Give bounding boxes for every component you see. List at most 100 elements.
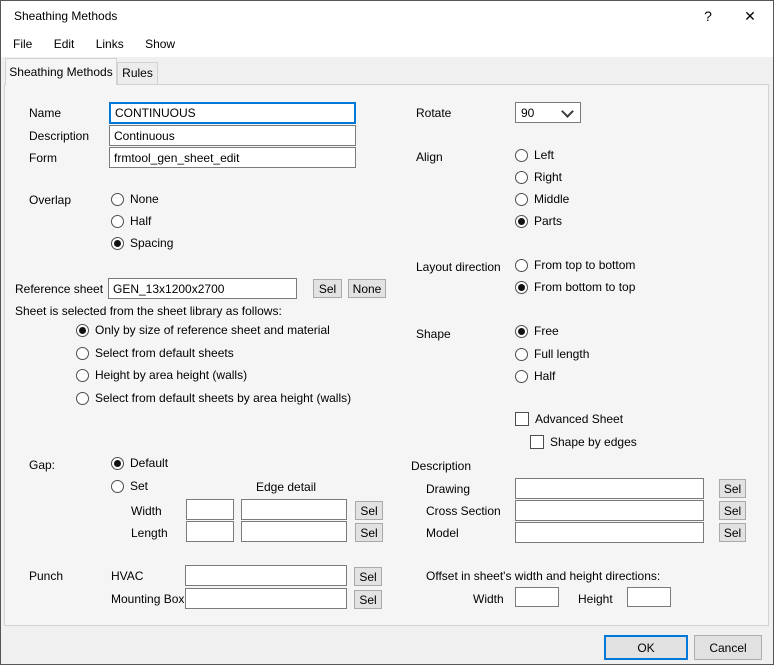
cross-section-label: Cross Section [426,504,501,519]
form-label: Form [29,151,57,166]
radio-icon [76,392,89,405]
menu-edit[interactable]: Edit [45,31,84,57]
library-option-default-sheets[interactable]: Select from default sheets [76,345,234,361]
radio-icon [111,480,124,493]
radio-label: Select from default sheets [95,346,234,360]
reference-sheet-none-button[interactable]: None [348,279,386,298]
radio-label: Half [534,369,555,383]
layout-direction-label: Layout direction [416,260,501,275]
shape-label: Shape [416,327,451,342]
advanced-sheet-checkbox[interactable]: Advanced Sheet [515,411,623,427]
shape-option-free[interactable]: Free [515,323,559,339]
layout-option-bottom-to-top[interactable]: From bottom to top [515,279,635,295]
radio-icon [76,324,89,337]
title-bar: Sheathing Methods ? ✕ [1,1,773,31]
radio-label: Default [130,456,168,470]
radio-icon [111,457,124,470]
radio-icon [76,347,89,360]
shape-option-half[interactable]: Half [515,368,555,384]
window-title: Sheathing Methods [14,9,117,23]
gap-length-edge-detail-input[interactable] [241,521,347,542]
radio-icon [515,325,528,338]
offset-height-input[interactable] [627,587,671,607]
cross-section-sel-button[interactable]: Sel [719,501,746,520]
offset-width-input[interactable] [515,587,559,607]
shape-option-full-length[interactable]: Full length [515,346,589,362]
align-option-right[interactable]: Right [515,169,562,185]
rotate-select[interactable]: 90 [515,102,581,123]
name-input[interactable] [109,102,356,124]
rotate-value: 90 [521,106,534,120]
drawing-label: Drawing [426,482,470,497]
radio-label: From bottom to top [534,280,635,294]
radio-label: Free [534,324,559,338]
overlap-option-half[interactable]: Half [111,213,151,229]
hvac-sel-button[interactable]: Sel [354,567,382,586]
description-section-title: Description [411,459,471,474]
model-input[interactable] [515,522,704,543]
gap-option-default[interactable]: Default [111,455,168,471]
checkbox-icon [515,412,529,426]
gap-width-edge-detail-input[interactable] [241,499,347,520]
radio-label: Set [130,479,148,493]
radio-icon [515,259,528,272]
overlap-option-spacing[interactable]: Spacing [111,235,173,251]
cancel-button[interactable]: Cancel [694,635,762,660]
radio-label: Select from default sheets by area heigh… [95,391,351,405]
radio-icon [111,237,124,250]
rotate-label: Rotate [416,106,451,121]
radio-label: Height by area height (walls) [95,368,247,382]
align-option-middle[interactable]: Middle [515,191,569,207]
tab-sheathing-methods[interactable]: Sheathing Methods [5,58,117,85]
model-sel-button[interactable]: Sel [719,523,746,542]
close-icon[interactable]: ✕ [729,1,771,31]
tab-rules[interactable]: Rules [117,62,158,85]
library-option-height-by-area[interactable]: Height by area height (walls) [76,367,247,383]
sheet-library-caption: Sheet is selected from the sheet library… [15,304,282,319]
drawing-sel-button[interactable]: Sel [719,479,746,498]
radio-icon [111,215,124,228]
overlap-option-none[interactable]: None [111,191,159,207]
offset-caption: Offset in sheet's width and height direc… [426,569,660,584]
menu-links[interactable]: Links [87,31,133,57]
align-option-parts[interactable]: Parts [515,213,562,229]
menu-bar: File Edit Links Show [1,31,773,57]
description-input[interactable] [109,125,356,146]
library-option-size-of-reference[interactable]: Only by size of reference sheet and mate… [76,322,330,338]
shape-by-edges-checkbox[interactable]: Shape by edges [530,434,637,450]
reference-sheet-sel-button[interactable]: Sel [313,279,342,298]
gap-width-input[interactable] [186,499,234,520]
reference-sheet-input[interactable] [108,278,297,299]
gap-length-label: Length [131,526,168,541]
hvac-input[interactable] [185,565,347,586]
help-icon[interactable]: ? [687,1,729,31]
layout-option-top-to-bottom[interactable]: From top to bottom [515,257,635,273]
model-label: Model [426,526,459,541]
form-input[interactable] [109,147,356,168]
reference-sheet-label: Reference sheet [15,282,103,297]
gap-option-set[interactable]: Set [111,478,148,494]
align-option-left[interactable]: Left [515,147,554,163]
cross-section-input[interactable] [515,500,704,521]
mounting-box-label: Mounting Box [111,592,184,607]
radio-label: Spacing [130,236,173,250]
checkbox-label: Advanced Sheet [535,412,623,426]
gap-length-input[interactable] [186,521,234,542]
radio-icon [515,281,528,294]
radio-icon [111,193,124,206]
edge-detail-label: Edge detail [256,480,316,495]
menu-show[interactable]: Show [136,31,184,57]
radio-label: Right [534,170,562,184]
mounting-box-input[interactable] [185,588,347,609]
radio-label: From top to bottom [534,258,635,272]
mounting-box-sel-button[interactable]: Sel [354,590,382,609]
punch-label: Punch [29,569,63,584]
library-option-default-by-area-height[interactable]: Select from default sheets by area heigh… [76,390,351,406]
gap-length-sel-button[interactable]: Sel [355,523,383,542]
radio-icon [515,370,528,383]
ok-button[interactable]: OK [604,635,688,660]
menu-file[interactable]: File [4,31,41,57]
radio-label: Half [130,214,151,228]
gap-width-sel-button[interactable]: Sel [355,501,383,520]
drawing-input[interactable] [515,478,704,499]
